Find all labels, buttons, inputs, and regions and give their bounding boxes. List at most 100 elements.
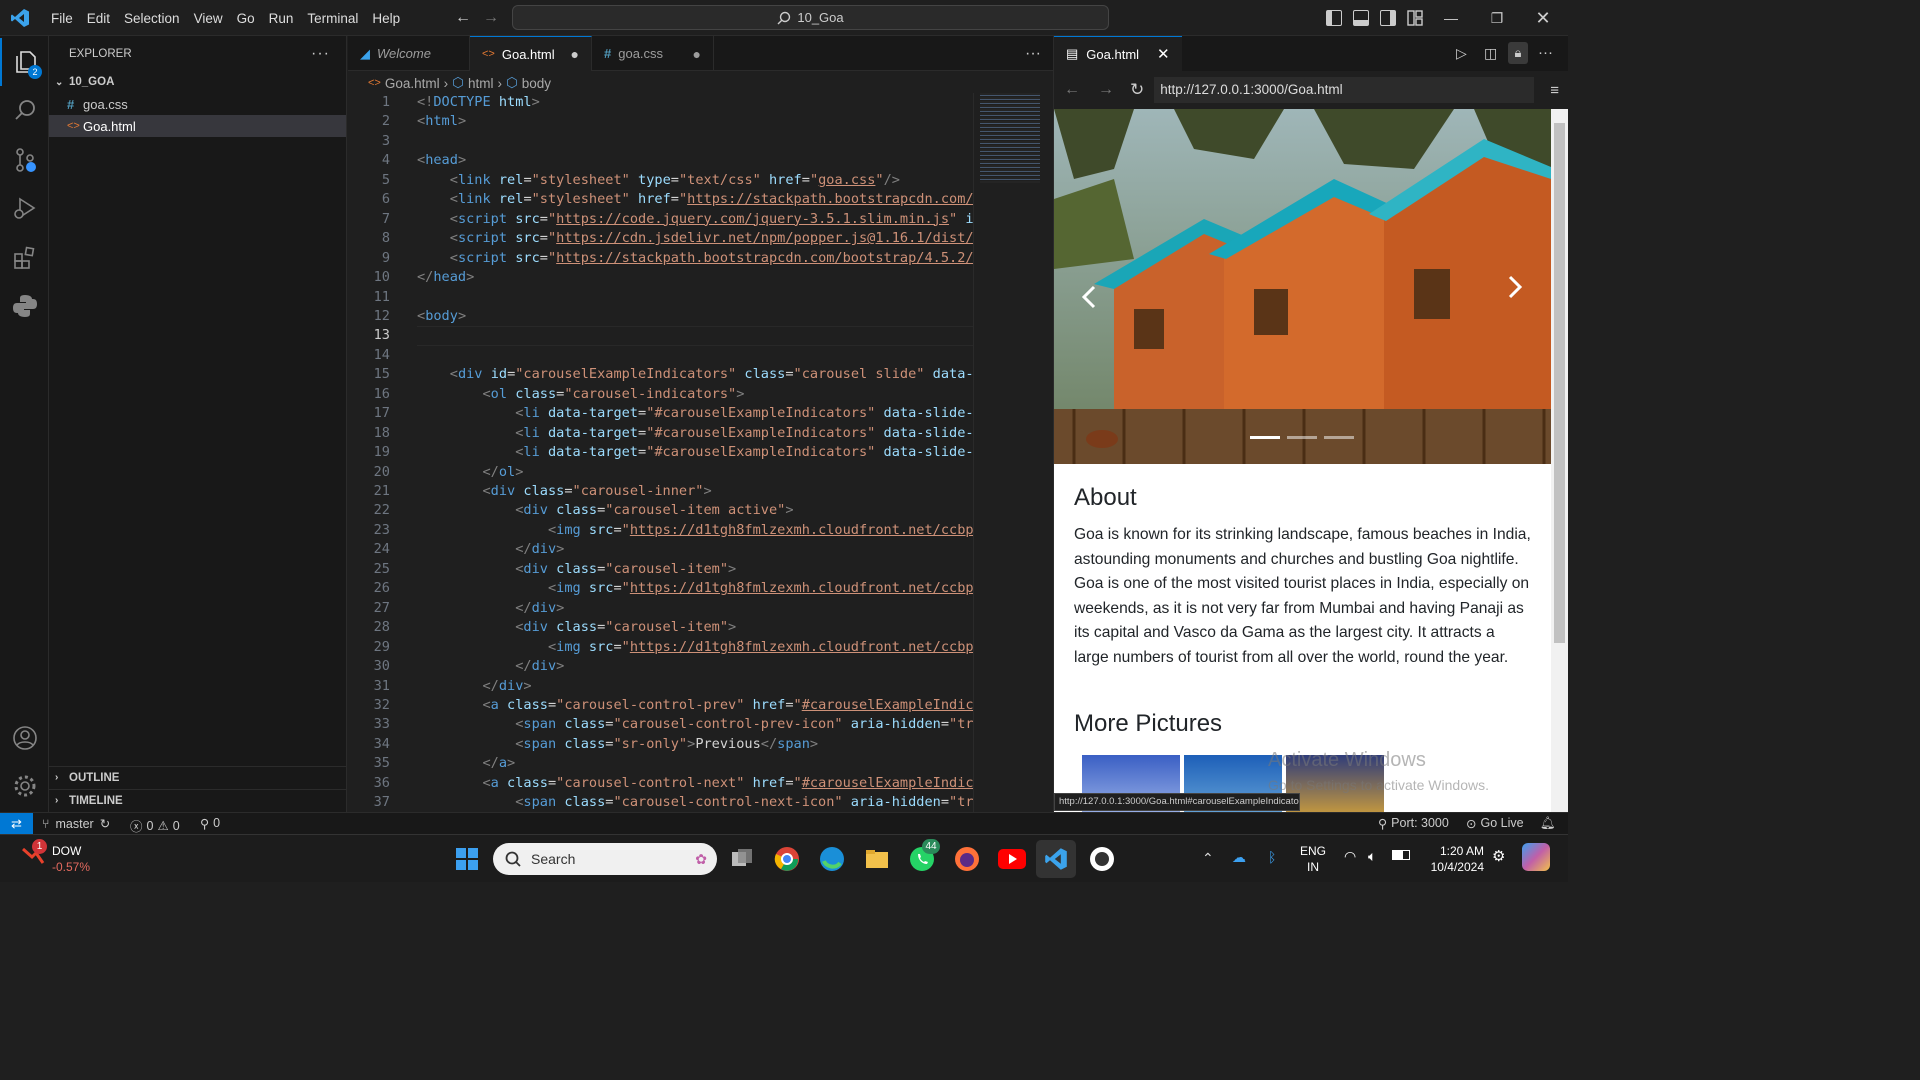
explorer-activity-icon[interactable]: 2 — [0, 38, 49, 86]
branch-indicator[interactable]: ⑂ master ↻ — [42, 816, 110, 832]
bluetooth-icon[interactable]: ᛒ — [1268, 849, 1276, 865]
toggle-secondary-sidebar-icon[interactable] — [1380, 10, 1396, 26]
ports-indicator[interactable]: ⚲ 0 — [200, 816, 220, 831]
code-line[interactable]: <html> — [417, 113, 466, 129]
code-editor[interactable]: 1 <!DOCTYPE html> 2 <html> 3 4 <head> 5 <link r… — [348, 93, 973, 812]
notifications-bell-icon[interactable]: 🔔︎ — [1540, 816, 1556, 831]
task-view-icon[interactable] — [726, 843, 758, 875]
breadcrumb-item[interactable]: html — [468, 76, 494, 91]
back-arrow-icon[interactable]: ← — [455, 9, 471, 27]
tab-welcome[interactable]: ◢ Welcome — [348, 36, 470, 71]
code-line[interactable]: <link rel="stylesheet" href="https://sta… — [417, 191, 973, 207]
problems-indicator[interactable]: ⓧ 0 ⚠ 0 — [130, 816, 180, 835]
preview-tab[interactable]: ▤ Goa.html ✕ — [1054, 36, 1182, 71]
split-editor-icon[interactable]: ◫ — [1484, 45, 1497, 62]
code-line[interactable]: <script src="https://cdn.jsdelivr.net/np… — [417, 230, 973, 246]
code-line[interactable]: <div id="carouselExampleIndicators" clas… — [417, 366, 973, 382]
code-line[interactable]: <head> — [417, 152, 466, 168]
code-line[interactable]: <ol class="carousel-indicators"> — [417, 386, 744, 402]
run-icon[interactable]: ▷ — [1456, 45, 1467, 62]
code-line[interactable]: <span class="carousel-control-prev-icon"… — [417, 716, 973, 732]
toggle-primary-sidebar-icon[interactable] — [1326, 10, 1342, 26]
code-line[interactable]: <div class="carousel-item active"> — [417, 502, 793, 518]
code-line[interactable]: </a> — [417, 755, 515, 771]
code-line[interactable]: <img src="https://d1tgh8fmlzexmh.cloudfr… — [417, 580, 973, 596]
carousel-indicator-active[interactable] — [1250, 436, 1280, 439]
code-line[interactable]: <!DOCTYPE html> — [417, 94, 540, 110]
minimize-button[interactable]: — — [1428, 0, 1474, 36]
outline-section[interactable]: › OUTLINE — [49, 766, 347, 788]
vscode-taskbar-icon[interactable] — [1036, 840, 1076, 878]
menu-edit[interactable]: Edit — [80, 11, 117, 26]
wifi-icon[interactable]: ◠ — [1344, 848, 1356, 865]
code-line[interactable]: </div> — [417, 678, 531, 694]
remote-indicator-icon[interactable]: ⇄ — [0, 813, 33, 834]
file-item-css[interactable]: # goa.css — [49, 93, 346, 115]
customize-layout-icon[interactable] — [1407, 10, 1423, 26]
forward-arrow-icon[interactable]: → — [1098, 81, 1114, 99]
breadcrumb-item[interactable]: body — [522, 76, 551, 91]
code-line[interactable]: <div class="carousel-item"> — [417, 619, 736, 635]
menu-file[interactable]: File — [44, 11, 80, 26]
app-icon[interactable] — [1086, 843, 1118, 875]
folder-row[interactable]: ⌄ 10_GOA — [49, 71, 346, 93]
close-window-button[interactable]: ✕ — [1520, 0, 1566, 36]
taskbar-search-box[interactable]: Search ✿ — [493, 843, 717, 875]
code-line[interactable]: <li data-target="#carouselExampleIndicat… — [417, 425, 973, 441]
stock-widget[interactable]: 1 DOW -0.57% — [20, 839, 90, 875]
minimap[interactable] — [973, 93, 1041, 812]
menu-selection[interactable]: Selection — [117, 11, 187, 26]
url-input[interactable]: http://127.0.0.1:3000/Goa.html — [1154, 77, 1535, 103]
restore-button[interactable]: ❐ — [1474, 0, 1520, 36]
back-arrow-icon[interactable]: ← — [1064, 81, 1080, 99]
carousel-indicator[interactable] — [1287, 436, 1317, 439]
copilot-icon[interactable] — [1522, 843, 1550, 871]
accounts-icon[interactable] — [0, 714, 49, 762]
tab-more-actions-icon[interactable]: ··· — [1013, 36, 1053, 70]
command-center[interactable]: 10_Goa — [512, 5, 1109, 30]
code-line[interactable]: <script src="https://stackpath.bootstrap… — [417, 250, 973, 266]
extensions-activity-icon[interactable] — [0, 234, 49, 282]
volume-icon[interactable]: 🔈︎ — [1368, 848, 1376, 865]
code-line[interactable]: <li data-target="#carouselExampleIndicat… — [417, 444, 973, 460]
code-line[interactable]: <img src="https://d1tgh8fmlzexmh.cloudfr… — [417, 639, 973, 655]
clock[interactable]: 1:20 AM 10/4/2024 — [1420, 843, 1484, 875]
toggle-panel-icon[interactable] — [1353, 10, 1369, 26]
chevron-up-icon[interactable]: ⌃ — [1202, 850, 1214, 867]
run-debug-activity-icon[interactable] — [0, 184, 49, 232]
code-line[interactable]: <span class="sr-only">Previous</span> — [417, 736, 818, 752]
chrome-icon[interactable] — [771, 843, 803, 875]
menu-terminal[interactable]: Terminal — [300, 11, 365, 26]
timeline-section[interactable]: › TIMELINE — [49, 789, 347, 811]
settings-gear-icon[interactable] — [0, 762, 49, 810]
youtube-icon[interactable] — [996, 843, 1028, 875]
menu-run[interactable]: Run — [262, 11, 301, 26]
edge-icon[interactable] — [816, 843, 848, 875]
breadcrumb-item[interactable]: Goa.html — [385, 76, 440, 91]
code-line[interactable]: <li data-target="#carouselExampleIndicat… — [417, 405, 973, 421]
settings-gear-icon[interactable]: ⚙ — [1492, 847, 1505, 865]
unsaved-dot-icon[interactable]: ● — [693, 46, 701, 62]
code-line[interactable]: <link rel="stylesheet" type="text/css" h… — [417, 172, 900, 188]
search-activity-icon[interactable] — [0, 86, 49, 134]
file-item-html[interactable]: <> Goa.html — [49, 115, 346, 137]
file-explorer-icon[interactable] — [861, 843, 893, 875]
more-actions-icon[interactable]: ··· — [311, 45, 330, 63]
code-line[interactable]: <script src="https://code.jquery.com/jqu… — [417, 211, 973, 227]
code-line[interactable]: <body> — [417, 308, 466, 324]
source-control-activity-icon[interactable] — [0, 136, 49, 184]
code-line[interactable]: </div> — [417, 658, 564, 674]
unsaved-dot-icon[interactable]: ● — [571, 46, 579, 62]
firefox-icon[interactable] — [951, 843, 983, 875]
code-line[interactable]: <div class="carousel-inner"> — [417, 483, 711, 499]
close-icon[interactable]: ✕ — [1157, 45, 1170, 63]
more-actions-icon[interactable]: ··· — [1538, 44, 1553, 61]
lock-icon[interactable]: 🔒︎ — [1508, 42, 1528, 64]
code-line[interactable]: <img src="https://d1tgh8fmlzexmh.cloudfr… — [417, 522, 973, 538]
code-line[interactable]: </div> — [417, 600, 564, 616]
go-live-button[interactable]: ⊙ Go Live — [1466, 816, 1524, 831]
reload-icon[interactable]: ↻ — [1130, 80, 1144, 100]
code-line[interactable]: </head> — [417, 269, 474, 285]
code-line[interactable]: <span class="carousel-control-next-icon"… — [417, 794, 973, 810]
python-activity-icon[interactable] — [0, 282, 49, 330]
